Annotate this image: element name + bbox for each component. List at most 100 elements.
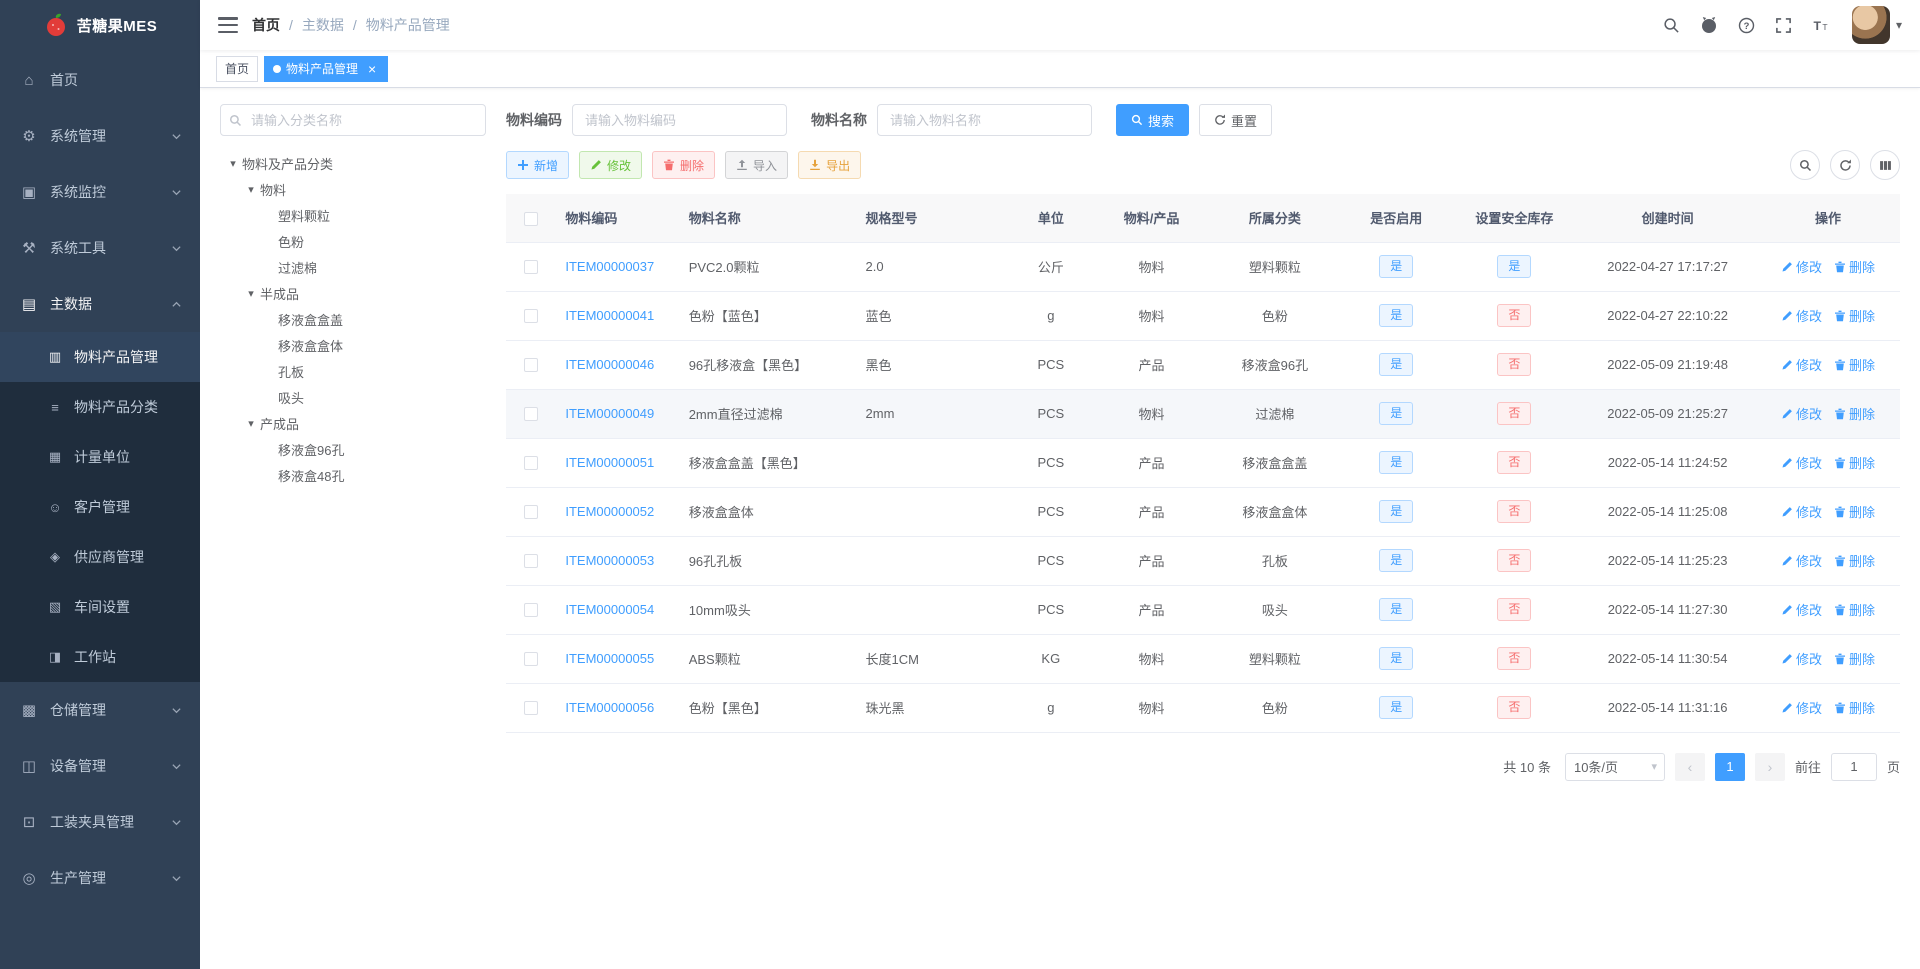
page-size-select[interactable]: 10条/页 ▾ xyxy=(1564,752,1665,781)
edit-link[interactable]: 修改 xyxy=(1781,453,1822,472)
enabled-badge[interactable]: 是 xyxy=(1379,352,1414,377)
sidebar-item-system-manage[interactable]: ⚙ 系统管理 xyxy=(0,108,200,164)
reset-button[interactable]: 重置 xyxy=(1199,104,1273,136)
delete-link[interactable]: 删除 xyxy=(1834,502,1875,521)
breadcrumb-item[interactable]: 主数据 xyxy=(302,15,344,35)
material-code-link[interactable]: ITEM00000037 xyxy=(565,259,654,274)
page-1-button[interactable]: 1 xyxy=(1714,752,1745,781)
safety-stock-badge[interactable]: 否 xyxy=(1497,450,1532,475)
delete-button[interactable]: 删除 xyxy=(652,151,716,179)
caret-down-icon[interactable]: ▾ xyxy=(242,287,260,300)
edit-link[interactable]: 修改 xyxy=(1781,355,1822,374)
import-button[interactable]: 导入 xyxy=(725,151,789,179)
edit-link[interactable]: 修改 xyxy=(1781,551,1822,570)
delete-link[interactable]: 删除 xyxy=(1834,306,1875,325)
row-checkbox[interactable] xyxy=(523,309,538,324)
tree-node[interactable]: 吸头 xyxy=(220,384,486,410)
row-checkbox[interactable] xyxy=(523,407,538,422)
safety-stock-badge[interactable]: 否 xyxy=(1497,597,1532,622)
edit-link[interactable]: 修改 xyxy=(1781,649,1822,668)
safety-stock-badge[interactable]: 否 xyxy=(1497,499,1532,524)
caret-down-icon[interactable]: ▾ xyxy=(1896,18,1902,32)
sidebar-item-device-manage[interactable]: ◫ 设备管理 xyxy=(0,738,200,794)
columns-button[interactable] xyxy=(1870,150,1900,180)
refresh-button[interactable] xyxy=(1830,150,1860,180)
enabled-badge[interactable]: 是 xyxy=(1379,548,1414,573)
caret-down-icon[interactable]: ▾ xyxy=(242,417,260,430)
safety-stock-badge[interactable]: 否 xyxy=(1497,303,1532,328)
goto-page-input[interactable] xyxy=(1830,752,1877,781)
tree-node[interactable]: ▾ 半成品 xyxy=(220,280,486,306)
tree-node[interactable]: 移液盒48孔 xyxy=(220,462,486,488)
edit-link[interactable]: 修改 xyxy=(1781,257,1822,276)
safety-stock-badge[interactable]: 是 xyxy=(1497,254,1532,279)
delete-link[interactable]: 删除 xyxy=(1834,257,1875,276)
tab-home[interactable]: 首页 xyxy=(216,55,259,82)
enabled-badge[interactable]: 是 xyxy=(1379,254,1414,279)
github-icon[interactable] xyxy=(1690,0,1728,50)
edit-link[interactable]: 修改 xyxy=(1781,600,1822,619)
material-name-input[interactable] xyxy=(877,104,1092,136)
enabled-badge[interactable]: 是 xyxy=(1379,646,1414,671)
tab-material-product-manage[interactable]: 物料产品管理 × xyxy=(264,55,389,82)
delete-link[interactable]: 删除 xyxy=(1834,698,1875,717)
sidebar-item-warehouse-manage[interactable]: ▩ 仓储管理 xyxy=(0,682,200,738)
sidebar-item-system-monitor[interactable]: ▣ 系统监控 xyxy=(0,164,200,220)
sidebar-subitem-workshop-setting[interactable]: ▧ 车间设置 xyxy=(0,582,200,632)
sidebar-subitem-supplier-manage[interactable]: ◈ 供应商管理 xyxy=(0,532,200,582)
edit-link[interactable]: 修改 xyxy=(1781,502,1822,521)
edit-button[interactable]: 修改 xyxy=(579,151,643,179)
enabled-badge[interactable]: 是 xyxy=(1379,450,1414,475)
material-code-link[interactable]: ITEM00000041 xyxy=(565,308,654,323)
row-checkbox[interactable] xyxy=(523,505,538,520)
sidebar-subitem-customer-manage[interactable]: ☺ 客户管理 xyxy=(0,482,200,532)
tree-node[interactable]: 孔板 xyxy=(220,358,486,384)
prev-page-button[interactable]: ‹ xyxy=(1674,752,1705,781)
sidebar-subitem-material-product-manage[interactable]: ▥ 物料产品管理 xyxy=(0,332,200,382)
row-checkbox[interactable] xyxy=(523,554,538,569)
fullscreen-icon[interactable] xyxy=(1765,0,1802,50)
tree-node[interactable]: ▾ 物料 xyxy=(220,176,486,202)
safety-stock-badge[interactable]: 否 xyxy=(1497,646,1532,671)
export-button[interactable]: 导出 xyxy=(798,151,862,179)
next-page-button[interactable]: › xyxy=(1754,752,1785,781)
tree-node[interactable]: 移液盒96孔 xyxy=(220,436,486,462)
edit-link[interactable]: 修改 xyxy=(1781,698,1822,717)
safety-stock-badge[interactable]: 否 xyxy=(1497,548,1532,573)
sidebar-item-production-manage[interactable]: ◎ 生产管理 xyxy=(0,850,200,906)
add-button[interactable]: 新增 xyxy=(506,151,570,179)
sidebar-item-home[interactable]: ⌂ 首页 xyxy=(0,52,200,108)
sidebar-item-master-data[interactable]: ▤ 主数据 xyxy=(0,276,200,332)
help-icon[interactable]: ? xyxy=(1728,0,1765,50)
enabled-badge[interactable]: 是 xyxy=(1379,695,1414,720)
row-checkbox[interactable] xyxy=(523,456,538,471)
material-code-link[interactable]: ITEM00000054 xyxy=(565,602,654,617)
safety-stock-badge[interactable]: 否 xyxy=(1497,352,1532,377)
enabled-badge[interactable]: 是 xyxy=(1379,401,1414,426)
tree-node[interactable]: 过滤棉 xyxy=(220,254,486,280)
sidebar-subitem-measure-unit[interactable]: ▦ 计量单位 xyxy=(0,432,200,482)
font-size-icon[interactable]: TT xyxy=(1802,0,1840,50)
material-code-link[interactable]: ITEM00000049 xyxy=(565,406,654,421)
sidebar-item-fixture-manage[interactable]: ⊡ 工装夹具管理 xyxy=(0,794,200,850)
tree-node[interactable]: 移液盒盒盖 xyxy=(220,306,486,332)
enabled-badge[interactable]: 是 xyxy=(1379,499,1414,524)
delete-link[interactable]: 删除 xyxy=(1834,551,1875,570)
material-code-link[interactable]: ITEM00000051 xyxy=(565,455,654,470)
breadcrumb-item[interactable]: 首页 xyxy=(252,15,280,35)
delete-link[interactable]: 删除 xyxy=(1834,600,1875,619)
category-search-input[interactable] xyxy=(220,104,486,136)
hamburger-icon[interactable] xyxy=(218,17,238,33)
enabled-badge[interactable]: 是 xyxy=(1379,303,1414,328)
tree-node[interactable]: ▾ 产成品 xyxy=(220,410,486,436)
search-button[interactable]: 搜索 xyxy=(1116,104,1190,136)
tree-node[interactable]: 塑料颗粒 xyxy=(220,202,486,228)
tree-node[interactable]: 移液盒盒体 xyxy=(220,332,486,358)
sidebar-item-system-tools[interactable]: ⚒ 系统工具 xyxy=(0,220,200,276)
row-checkbox[interactable] xyxy=(523,358,538,373)
edit-link[interactable]: 修改 xyxy=(1781,306,1822,325)
safety-stock-badge[interactable]: 否 xyxy=(1497,401,1532,426)
search-icon[interactable] xyxy=(1653,0,1690,50)
material-code-link[interactable]: ITEM00000056 xyxy=(565,700,654,715)
caret-down-icon[interactable]: ▾ xyxy=(224,157,242,170)
